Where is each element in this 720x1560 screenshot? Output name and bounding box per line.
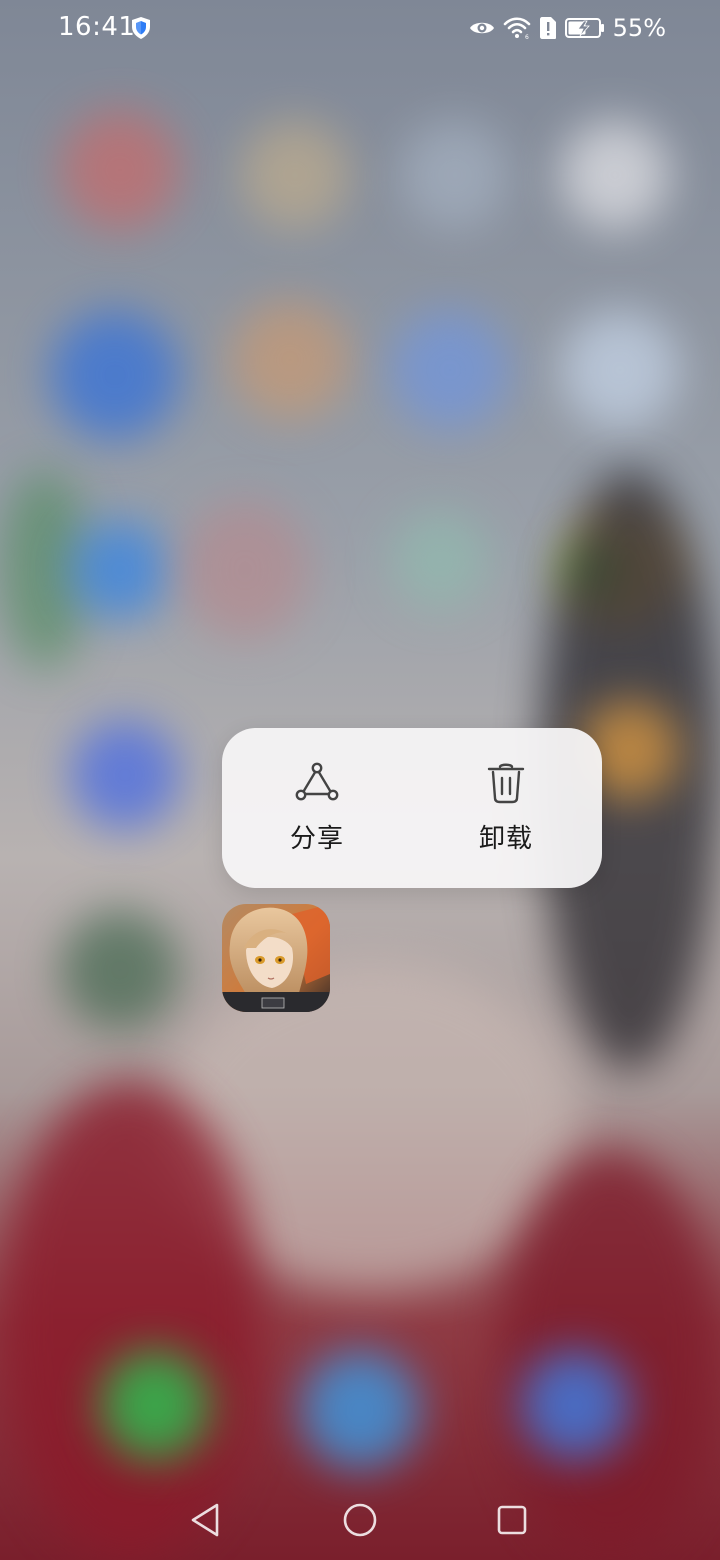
share-button[interactable]: 分享 [257, 758, 377, 868]
battery-percentage: 55% [612, 14, 666, 42]
share-label: 分享 [289, 824, 344, 854]
navigation-bar [0, 1480, 720, 1560]
battery-charging-icon [564, 18, 604, 38]
app-icon-artwork [222, 904, 330, 1012]
trash-icon [487, 763, 525, 804]
share-nodes-icon [295, 762, 339, 801]
eye-icon [469, 22, 494, 34]
svg-text:6: 6 [525, 34, 529, 40]
uninstall-label: 卸载 [478, 824, 533, 854]
app-icon[interactable] [222, 904, 330, 1012]
status-time: 16:41 [58, 12, 136, 42]
shield-icon [132, 17, 150, 39]
home-circle-icon[interactable] [340, 1500, 380, 1540]
wifi-icon: 6 [503, 17, 530, 40]
uninstall-button[interactable]: 卸载 [446, 758, 566, 868]
sim-alert-icon [539, 17, 556, 39]
status-bar: 16:41 6 55% [0, 0, 720, 58]
app-context-menu: 分享 卸载 [222, 728, 602, 888]
recents-square-icon[interactable] [492, 1500, 532, 1540]
back-triangle-icon[interactable] [186, 1500, 226, 1540]
